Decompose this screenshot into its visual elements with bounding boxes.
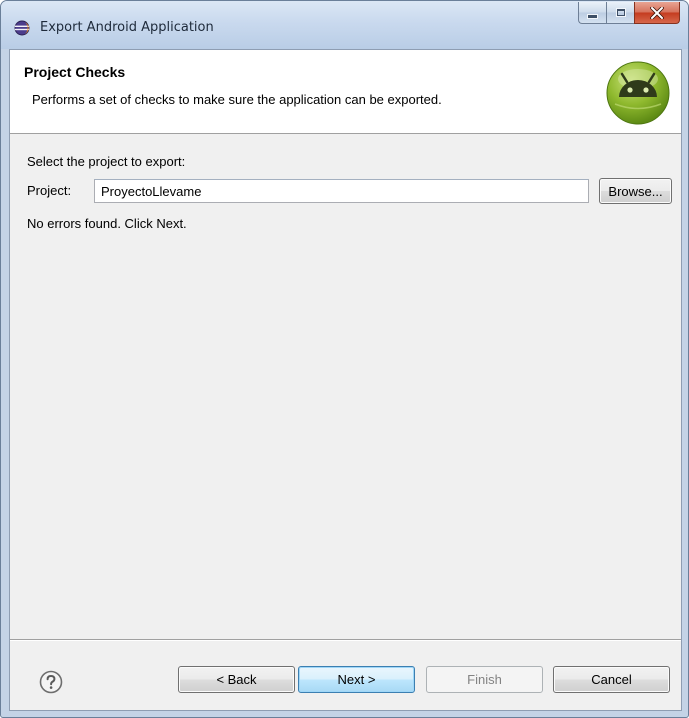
dialog-client-area: Project Checks Performs a set of checks … bbox=[9, 49, 682, 711]
close-button[interactable] bbox=[634, 2, 680, 24]
title-bar[interactable]: Export Android Application bbox=[1, 1, 688, 49]
close-icon bbox=[650, 6, 664, 19]
finish-button[interactable]: Finish bbox=[426, 666, 543, 693]
page-title: Project Checks bbox=[24, 64, 126, 80]
next-button[interactable]: Next > bbox=[298, 666, 415, 693]
android-icon bbox=[606, 61, 670, 125]
back-button[interactable]: < Back bbox=[178, 666, 295, 693]
maximize-icon bbox=[616, 9, 625, 16]
select-project-label: Select the project to export: bbox=[27, 154, 186, 169]
project-input[interactable] bbox=[94, 179, 589, 203]
maximize-button[interactable] bbox=[606, 2, 634, 24]
cancel-button[interactable]: Cancel bbox=[553, 666, 670, 693]
window-title: Export Android Application bbox=[40, 20, 214, 35]
page-description: Performs a set of checks to make sure th… bbox=[32, 92, 442, 107]
browse-button[interactable]: Browse... bbox=[599, 178, 672, 204]
caption-buttons bbox=[578, 2, 680, 24]
minimize-icon bbox=[587, 14, 598, 19]
minimize-button[interactable] bbox=[578, 2, 606, 24]
wizard-banner: Project Checks Performs a set of checks … bbox=[10, 50, 681, 134]
eclipse-icon bbox=[14, 20, 30, 36]
project-label: Project: bbox=[27, 183, 72, 198]
help-icon[interactable] bbox=[39, 670, 63, 694]
footer-separator bbox=[10, 639, 681, 641]
status-message: No errors found. Click Next. bbox=[27, 216, 187, 231]
export-dialog-window: Export Android Application Project Check… bbox=[0, 0, 689, 718]
